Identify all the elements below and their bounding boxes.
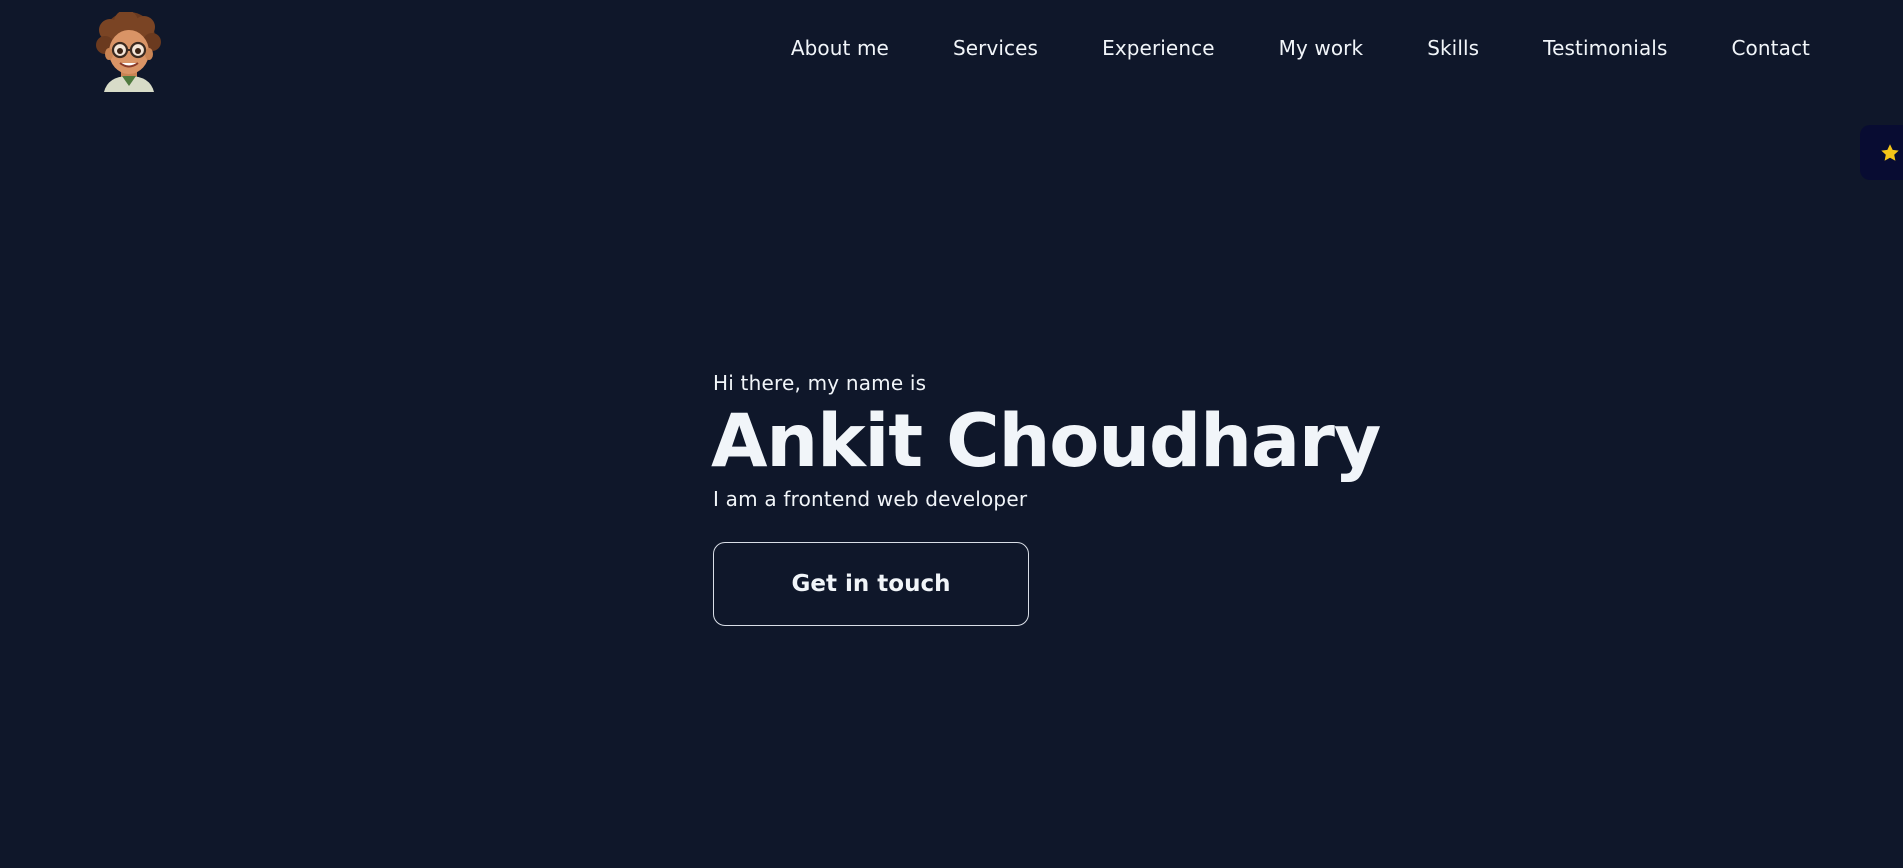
hero-section: Hi there, my name is Ankit Choudhary I a… <box>711 370 1381 626</box>
floating-star-widget[interactable] <box>1860 125 1903 180</box>
hero-greeting: Hi there, my name is <box>713 371 927 395</box>
nav-link-my-work[interactable]: My work <box>1279 36 1364 60</box>
site-header: About me Services Experience My work Ski… <box>0 0 1903 110</box>
avatar-boy-with-glasses-icon <box>96 12 161 92</box>
nav-link-contact[interactable]: Contact <box>1731 36 1810 60</box>
get-in-touch-button[interactable]: Get in touch <box>713 542 1029 626</box>
hero-name: Ankit Choudhary <box>711 399 1381 484</box>
logo-avatar[interactable] <box>92 12 166 92</box>
hero-tagline: I am a frontend web developer <box>713 487 1028 511</box>
nav-link-services[interactable]: Services <box>953 36 1038 60</box>
nav-list: About me Services Experience My work Ski… <box>791 36 1810 60</box>
nav-link-experience[interactable]: Experience <box>1102 36 1215 60</box>
star-icon <box>1881 143 1899 161</box>
nav-link-testimonials[interactable]: Testimonials <box>1543 36 1667 60</box>
nav-link-about-me[interactable]: About me <box>791 36 889 60</box>
nav-link-skills[interactable]: Skills <box>1427 36 1479 60</box>
